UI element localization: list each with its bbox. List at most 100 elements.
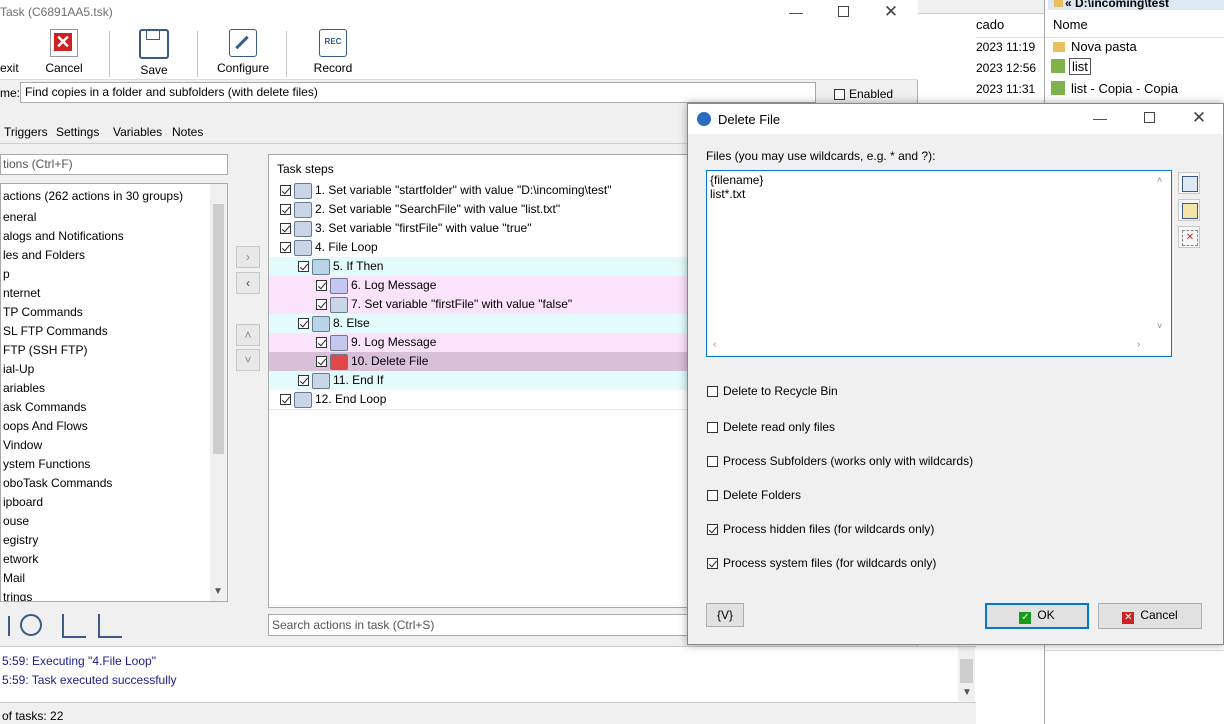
action-group-item[interactable]: TP Commands xyxy=(3,303,83,322)
scroll-down-icon[interactable]: ▼ xyxy=(213,586,223,597)
checkbox-box[interactable] xyxy=(707,386,718,398)
action-group-item[interactable]: alogs and Notifications xyxy=(3,227,124,246)
action-group-item[interactable]: ariables xyxy=(3,379,45,398)
add-file-button[interactable] xyxy=(1178,172,1200,194)
tree-collapse-icon[interactable] xyxy=(98,614,122,638)
action-group-item[interactable]: egistry xyxy=(3,531,38,550)
actions-search-input[interactable]: tions (Ctrl+F) xyxy=(0,154,228,175)
action-group-item[interactable]: ial-Up xyxy=(3,360,34,379)
tab-notes[interactable]: Notes xyxy=(168,121,207,143)
checkbox-box[interactable] xyxy=(707,422,718,434)
save-button[interactable]: Save xyxy=(134,29,174,77)
step-enabled-checkbox[interactable] xyxy=(298,375,309,387)
action-group-item[interactable]: ouse xyxy=(3,512,29,531)
log-scrollbar[interactable]: ▼ xyxy=(958,647,975,703)
action-group-item[interactable]: etwork xyxy=(3,550,38,569)
step-enabled-checkbox[interactable] xyxy=(280,242,291,254)
variables-button[interactable]: {V} xyxy=(706,603,744,627)
option-checkbox[interactable]: Process Subfolders (works only with wild… xyxy=(707,454,973,470)
option-checkbox[interactable]: Delete read only files xyxy=(707,420,835,436)
explorer-path[interactable]: « D:\incoming\test xyxy=(1048,0,1224,10)
task-step-row[interactable]: 8. Else xyxy=(269,314,697,334)
action-group-item[interactable]: ipboard xyxy=(3,493,43,512)
task-step-row[interactable]: 3. Set variable "firstFile" with value "… xyxy=(269,219,697,239)
exit-button[interactable]: exit xyxy=(0,61,19,75)
cancel-dialog-button[interactable]: ✕ Cancel xyxy=(1098,603,1202,629)
scroll-up-icon[interactable]: ˄ xyxy=(1157,175,1162,185)
task-step-row[interactable]: 2. Set variable "SearchFile" with value … xyxy=(269,200,697,220)
scroll-right-icon[interactable]: › xyxy=(1137,339,1140,350)
ok-button[interactable]: ✓ OK xyxy=(985,603,1089,629)
checkbox-box[interactable] xyxy=(707,524,718,536)
maximize-button[interactable] xyxy=(820,0,866,25)
dialog-minimize-button[interactable]: — xyxy=(1077,106,1123,131)
move-up-button[interactable]: ˄ xyxy=(236,324,260,346)
tab-triggers[interactable]: Triggers xyxy=(0,121,52,143)
task-step-row[interactable]: 5. If Then xyxy=(269,257,697,277)
task-step-row[interactable]: 6. Log Message xyxy=(269,276,697,296)
move-right-button[interactable]: › xyxy=(236,246,260,268)
tab-settings[interactable]: Settings xyxy=(52,121,103,143)
action-group-item[interactable]: les and Folders xyxy=(3,246,85,265)
move-left-button[interactable]: ‹ xyxy=(236,272,260,294)
explorer-item-0[interactable]: Nova pasta xyxy=(1053,39,1137,54)
option-checkbox[interactable]: Process system files (for wildcards only… xyxy=(707,556,936,572)
step-enabled-checkbox[interactable] xyxy=(280,204,291,216)
task-step-row[interactable]: 9. Log Message xyxy=(269,333,697,353)
actions-scrollbar[interactable]: ▼ xyxy=(210,184,227,601)
collapse-icon[interactable] xyxy=(0,616,10,636)
action-group-item[interactable]: trings xyxy=(3,588,32,601)
explorer-col-name[interactable]: Nome xyxy=(1053,17,1088,32)
enabled-checkbox[interactable]: Enabled xyxy=(834,87,893,101)
step-enabled-checkbox[interactable] xyxy=(316,299,327,311)
option-checkbox[interactable]: Delete Folders xyxy=(707,488,801,504)
task-name-input[interactable]: Find copies in a folder and subfolders (… xyxy=(20,82,816,103)
step-enabled-checkbox[interactable] xyxy=(298,261,309,273)
task-step-row[interactable]: 11. End If xyxy=(269,371,697,391)
action-group-item[interactable]: oops And Flows xyxy=(3,417,88,436)
cancel-button[interactable]: ✕ Cancel xyxy=(44,29,84,75)
task-step-row[interactable]: 12. End Loop xyxy=(269,390,697,410)
configure-button[interactable]: Configure xyxy=(215,29,271,75)
action-group-item[interactable]: ask Commands xyxy=(3,398,86,417)
action-group-item[interactable]: nternet xyxy=(3,284,40,303)
minimize-button[interactable]: — xyxy=(773,0,819,25)
step-enabled-checkbox[interactable] xyxy=(316,280,327,292)
step-enabled-checkbox[interactable] xyxy=(280,185,291,197)
step-enabled-checkbox[interactable] xyxy=(316,356,327,368)
action-group-item[interactable]: p xyxy=(3,265,10,284)
close-button[interactable]: ✕ xyxy=(868,0,914,25)
checkbox-box[interactable] xyxy=(707,456,718,468)
dialog-maximize-button[interactable] xyxy=(1126,106,1172,131)
step-enabled-checkbox[interactable] xyxy=(280,394,291,406)
explorer-item-1[interactable]: list xyxy=(1051,58,1091,75)
checkbox-box[interactable] xyxy=(707,490,718,502)
action-group-item[interactable]: SL FTP Commands xyxy=(3,322,108,341)
history-icon[interactable] xyxy=(20,614,42,636)
checkbox-box[interactable] xyxy=(707,558,718,570)
action-group-item[interactable]: oboTask Commands xyxy=(3,474,112,493)
files-textarea[interactable]: {filename} list*.txt ˄ ˅ ‹ › xyxy=(706,170,1172,357)
action-group-item[interactable]: eneral xyxy=(3,208,36,227)
step-enabled-checkbox[interactable] xyxy=(298,318,309,330)
remove-file-button[interactable]: ✕ xyxy=(1178,226,1200,248)
option-checkbox[interactable]: Delete to Recycle Bin xyxy=(707,384,838,400)
step-enabled-checkbox[interactable] xyxy=(280,223,291,235)
dialog-close-button[interactable]: ✕ xyxy=(1176,106,1222,131)
add-folder-button[interactable] xyxy=(1178,199,1200,221)
search-task-input[interactable]: Search actions in task (Ctrl+S) xyxy=(268,614,698,636)
action-group-item[interactable]: FTP (SSH FTP) xyxy=(3,341,87,360)
action-group-item[interactable]: Vindow xyxy=(3,436,42,455)
move-down-button[interactable]: ˅ xyxy=(236,349,260,371)
action-group-item[interactable]: Mail xyxy=(3,569,25,588)
scroll-left-icon[interactable]: ‹ xyxy=(713,339,716,350)
step-enabled-checkbox[interactable] xyxy=(316,337,327,349)
action-group-item[interactable]: ystem Functions xyxy=(3,455,90,474)
task-step-row[interactable]: 1. Set variable "startfolder" with value… xyxy=(269,181,697,201)
explorer-item-2[interactable]: list - Copia - Copia xyxy=(1051,81,1178,96)
task-step-row[interactable]: 10. Delete File xyxy=(269,352,697,372)
task-step-row[interactable]: 4. File Loop xyxy=(269,238,697,258)
option-checkbox[interactable]: Process hidden files (for wildcards only… xyxy=(707,522,934,538)
tree-expand-icon[interactable] xyxy=(62,614,86,638)
task-step-row[interactable]: 7. Set variable "firstFile" with value "… xyxy=(269,295,697,315)
